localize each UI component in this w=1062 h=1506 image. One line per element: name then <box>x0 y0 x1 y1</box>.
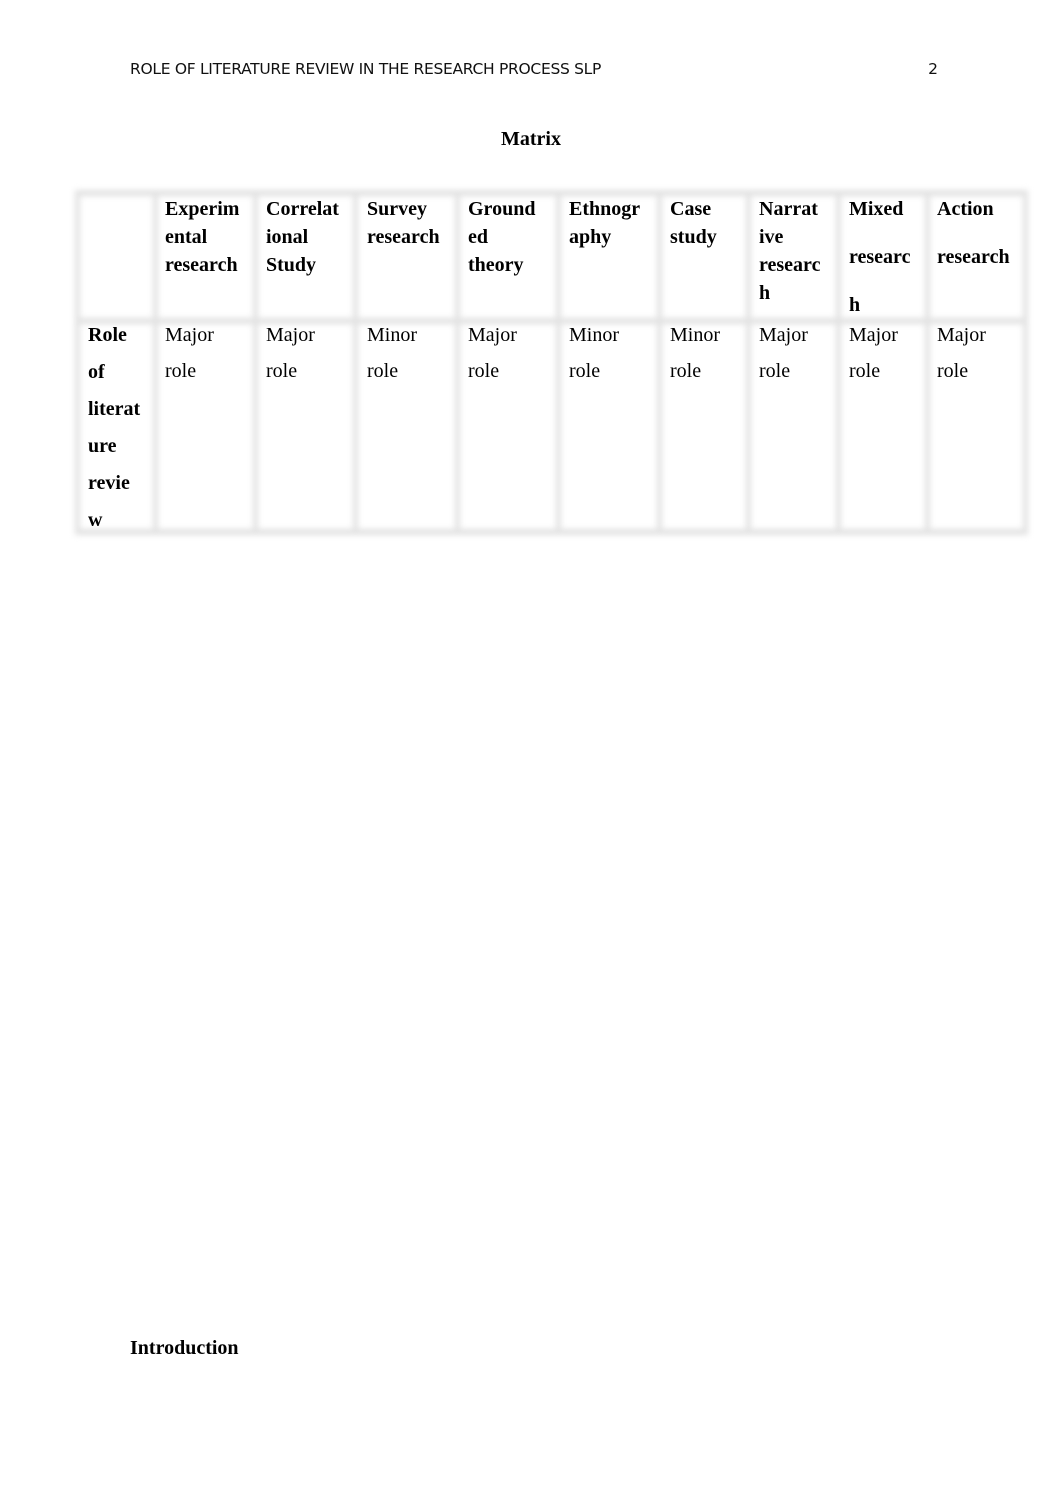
cell-line: Minor <box>670 324 720 346</box>
cell-line: Minor <box>367 324 417 346</box>
row-label-line: literat <box>88 398 141 420</box>
header-line: Survey <box>367 198 427 220</box>
header-line: research <box>937 246 1010 268</box>
header-line: theory <box>468 254 524 276</box>
cell-line: role <box>367 360 399 382</box>
cell-line: Major <box>937 324 986 346</box>
introduction-heading: Introduction <box>130 1337 239 1359</box>
header-line: research <box>165 254 238 276</box>
cell-line: role <box>569 360 601 382</box>
cell-line: Major <box>165 324 214 346</box>
cell-line: role <box>670 360 702 382</box>
column-header-action-research: Action research <box>937 185 1010 281</box>
header-line: h <box>759 282 771 304</box>
header-line: ed <box>468 226 488 248</box>
col-divider <box>253 190 258 535</box>
cell-line: role <box>759 360 791 382</box>
column-header-ethnography: Ethnogr aphy <box>569 195 640 251</box>
col-divider <box>836 190 841 535</box>
header-line: Case <box>670 198 712 220</box>
header-line: researc <box>849 246 911 268</box>
header-line: Experim <box>165 198 240 220</box>
table-cell: Minor role <box>670 317 720 389</box>
column-header-correlational-study: Correlat ional Study <box>266 195 339 279</box>
column-header-grounded-theory: Ground ed theory <box>468 195 535 279</box>
header-line: ental <box>165 226 208 248</box>
column-header-case-study: Case study <box>670 195 717 251</box>
page-number: 2 <box>928 60 938 78</box>
page-header: ROLE OF LITERATURE REVIEW IN THE RESEARC… <box>130 60 938 84</box>
col-divider <box>556 190 561 535</box>
table-border-right <box>1023 190 1028 535</box>
cell-line: Minor <box>569 324 619 346</box>
col-divider <box>746 190 751 535</box>
col-divider <box>925 190 930 535</box>
row-label-line: of <box>88 361 105 383</box>
header-line: Action <box>937 198 994 220</box>
table-cell: Major role <box>468 317 517 389</box>
row-header-role-of-literature-review: Role of literat ure revie w <box>88 317 140 539</box>
col-divider <box>153 190 158 535</box>
header-line: aphy <box>569 226 612 248</box>
header-line: Narrat <box>759 198 818 220</box>
header-line: Mixed <box>849 198 904 220</box>
col-divider <box>353 190 358 535</box>
header-line: researc <box>759 254 821 276</box>
cell-line: Major <box>759 324 808 346</box>
cell-line: role <box>849 360 881 382</box>
running-head: ROLE OF LITERATURE REVIEW IN THE RESEARC… <box>130 60 602 78</box>
matrix-table: Experim ental research Correlat ional St… <box>75 190 1028 535</box>
header-line: Study <box>266 254 317 276</box>
cell-line: Major <box>849 324 898 346</box>
header-line: study <box>670 226 717 248</box>
header-line: ive <box>759 226 784 248</box>
table-border-left <box>75 190 80 535</box>
table-cell: Major role <box>165 317 214 389</box>
table-cell: Major role <box>849 317 898 389</box>
header-line: Ethnogr <box>569 198 641 220</box>
header-line: Ground <box>468 198 536 220</box>
row-label-line: w <box>88 509 103 531</box>
table-border-bottom <box>75 529 1028 535</box>
column-header-survey-research: Survey research <box>367 195 440 251</box>
column-header-narrative-research: Narrat ive researc h <box>759 195 820 307</box>
row-label-line: ure <box>88 435 117 457</box>
cell-line: Major <box>468 324 517 346</box>
header-line: research <box>367 226 440 248</box>
row-label-line: Role <box>88 324 127 346</box>
header-line: ional <box>266 226 309 248</box>
table-cell: Major role <box>266 317 315 389</box>
col-divider <box>455 190 460 535</box>
cell-line: role <box>937 360 969 382</box>
header-line: Correlat <box>266 198 339 220</box>
cell-line: role <box>468 360 500 382</box>
matrix-title: Matrix <box>501 128 561 150</box>
column-header-mixed-research: Mixed researc h <box>849 185 910 329</box>
row-label-line: revie <box>88 472 130 494</box>
cell-line: role <box>165 360 197 382</box>
column-header-experimental-research: Experim ental research <box>165 195 239 279</box>
cell-line: role <box>266 360 298 382</box>
table-cell: Major role <box>759 317 808 389</box>
cell-line: Major <box>266 324 315 346</box>
col-divider <box>657 190 662 535</box>
table-cell: Major role <box>937 317 986 389</box>
table-cell: Minor role <box>367 317 417 389</box>
table-cell: Minor role <box>569 317 619 389</box>
